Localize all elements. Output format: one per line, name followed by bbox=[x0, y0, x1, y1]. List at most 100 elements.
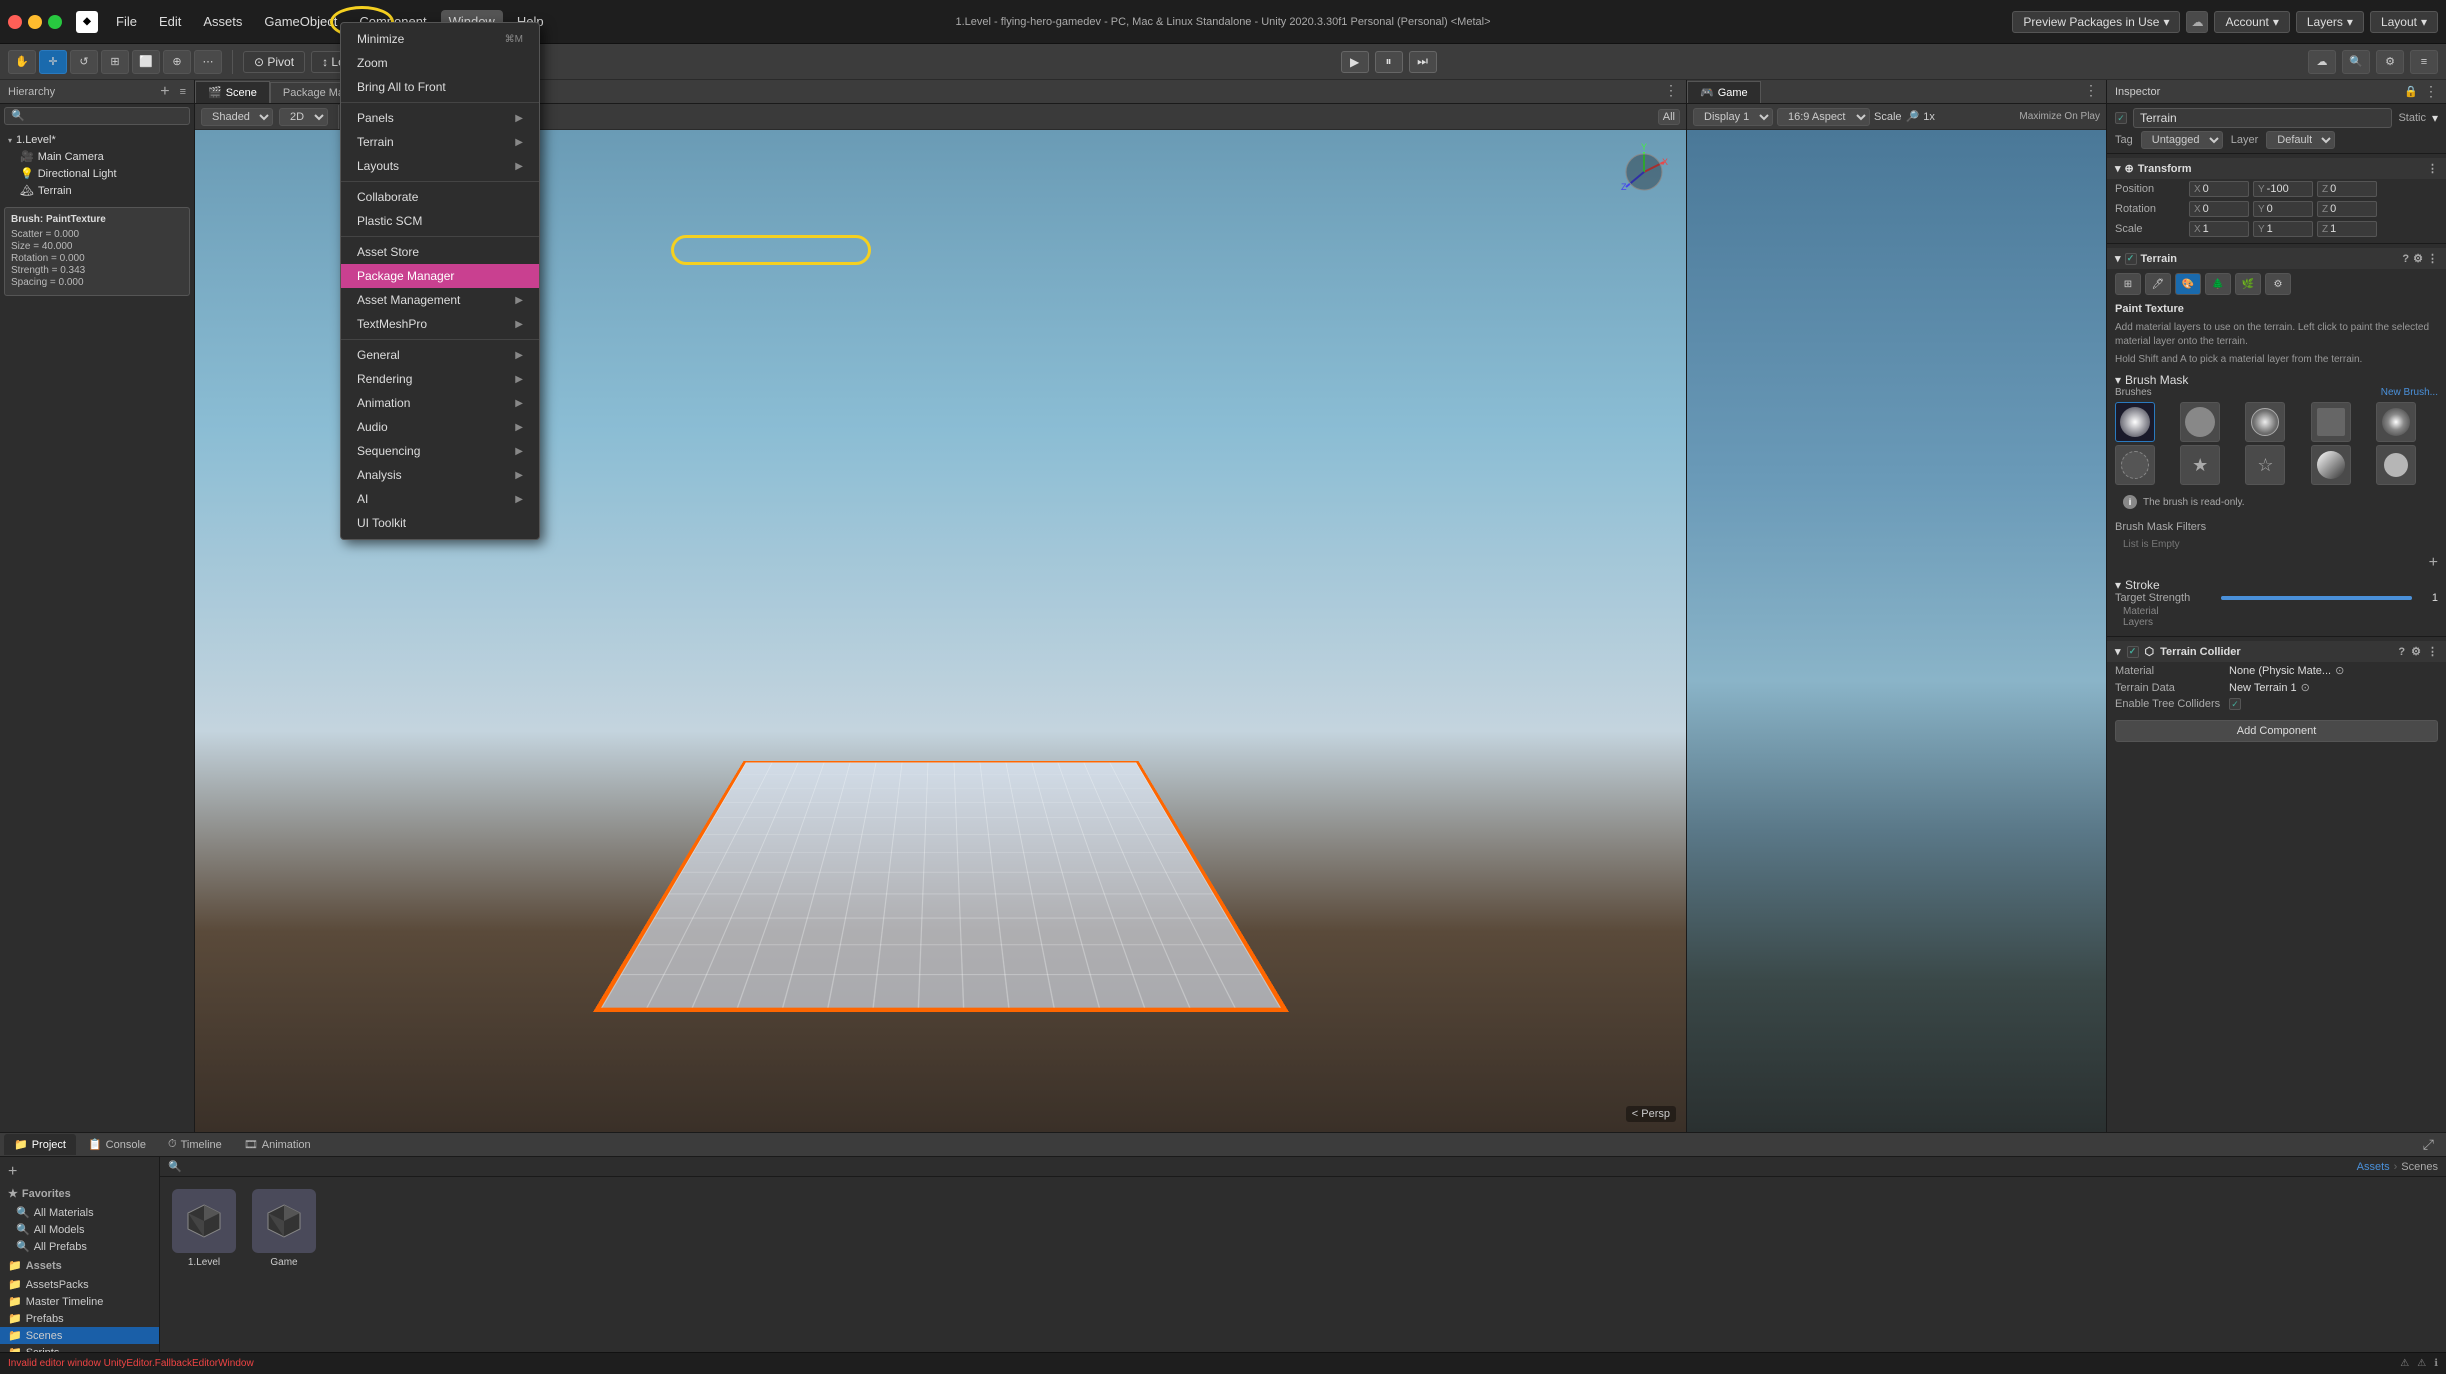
bm-add-btn[interactable]: + bbox=[2429, 554, 2438, 572]
paint-trees-btn[interactable]: 🌲 bbox=[2205, 273, 2231, 295]
minimize-button[interactable] bbox=[28, 15, 42, 29]
hierarchy-camera[interactable]: 🎥 Main Camera bbox=[0, 148, 194, 165]
rotation-y-field[interactable]: Y0 bbox=[2253, 201, 2313, 217]
maximize-button[interactable] bbox=[48, 15, 62, 29]
custom-tool[interactable]: ⋯ bbox=[194, 50, 222, 74]
rotation-x-field[interactable]: X0 bbox=[2189, 201, 2249, 217]
transform-tool[interactable]: ⊕ bbox=[163, 50, 191, 74]
pause-button[interactable]: ⏸ bbox=[1375, 51, 1403, 73]
tc-data-pick[interactable]: ⊙ bbox=[2301, 681, 2310, 694]
transform-header[interactable]: ▾ ⊕ Transform ⋮ bbox=[2107, 158, 2446, 179]
dm-asset-store[interactable]: Asset Store bbox=[341, 240, 539, 264]
tab-project[interactable]: 📁 Project bbox=[4, 1134, 76, 1155]
stroke-header[interactable]: ▾ Stroke bbox=[2115, 578, 2438, 592]
brush-item-5[interactable] bbox=[2376, 402, 2416, 442]
terrain-enable-cb[interactable]: ✓ bbox=[2125, 253, 2137, 265]
dm-asset-mgmt[interactable]: Asset Management ▶ bbox=[341, 288, 539, 312]
rotate-tool[interactable]: ↺ bbox=[70, 50, 98, 74]
position-z-field[interactable]: Z0 bbox=[2317, 181, 2377, 197]
terrain-help-icon[interactable]: ? bbox=[2402, 253, 2409, 265]
error-icon-status[interactable]: ⚠ bbox=[2400, 1358, 2409, 1369]
terrain-settings-icon[interactable]: ⚙ bbox=[2413, 252, 2423, 265]
tc-settings-icon[interactable]: ⚙ bbox=[2411, 645, 2421, 658]
dm-animation[interactable]: Animation ▶ bbox=[341, 391, 539, 415]
layout-btn[interactable]: Layout ▾ bbox=[2370, 11, 2438, 33]
terrain-collider-header[interactable]: ▾ ✓ ⬡ Terrain Collider ? ⚙ ⋮ bbox=[2107, 641, 2446, 662]
scale-tool[interactable]: ⊞ bbox=[101, 50, 129, 74]
warning-icon-status[interactable]: ⚠ bbox=[2417, 1358, 2426, 1369]
brush-item-4[interactable] bbox=[2311, 402, 2351, 442]
target-strength-slider[interactable] bbox=[2221, 596, 2412, 600]
cloud-icon[interactable]: ☁ bbox=[2186, 11, 2208, 33]
aspect-select[interactable]: 16:9 Aspect bbox=[1777, 108, 1870, 126]
step-button[interactable]: ⏭ bbox=[1409, 51, 1437, 73]
brush-mask-header[interactable]: ▾ Brush Mask bbox=[2115, 373, 2438, 387]
search-icon[interactable]: 🔍 bbox=[2342, 50, 2370, 74]
brush-item-1[interactable] bbox=[2115, 402, 2155, 442]
prefabs-folder[interactable]: 📁 Prefabs bbox=[0, 1310, 159, 1327]
dm-panels[interactable]: Panels ▶ bbox=[341, 106, 539, 130]
hierarchy-scene[interactable]: ▾ 1.Level* bbox=[0, 132, 194, 148]
account-btn[interactable]: Account ▾ bbox=[2214, 11, 2289, 33]
breadcrumb-assets[interactable]: Assets bbox=[2357, 1161, 2390, 1173]
scale-x-field[interactable]: X1 bbox=[2189, 221, 2249, 237]
tab-timeline[interactable]: ⏱ Timeline bbox=[158, 1134, 232, 1155]
static-chevron[interactable]: ▾ bbox=[2432, 111, 2438, 125]
layers-btn[interactable]: Layers ▾ bbox=[2296, 11, 2364, 33]
paint-texture-btn[interactable]: 🎨 bbox=[2175, 273, 2201, 295]
tc-help-icon[interactable]: ? bbox=[2398, 646, 2405, 658]
hand-tool[interactable]: ✋ bbox=[8, 50, 36, 74]
menu-edit[interactable]: Edit bbox=[151, 10, 189, 33]
brush-item-9[interactable] bbox=[2311, 445, 2351, 485]
tab-console[interactable]: 📋 Console bbox=[78, 1134, 156, 1155]
bottom-panel-expand[interactable]: ⤢ bbox=[2415, 1136, 2442, 1153]
paint-details-btn[interactable]: 🌿 bbox=[2235, 273, 2261, 295]
dm-collaborate[interactable]: Collaborate bbox=[341, 185, 539, 209]
inspector-menu-icon[interactable]: ⋮ bbox=[2424, 83, 2438, 100]
dm-plastic-scm[interactable]: Plastic SCM bbox=[341, 209, 539, 233]
tag-select[interactable]: Untagged bbox=[2141, 131, 2223, 149]
new-brush-btn[interactable]: New Brush... bbox=[2381, 387, 2438, 398]
dm-terrain[interactable]: Terrain ▶ bbox=[341, 130, 539, 154]
asset-1level[interactable]: 1.Level bbox=[168, 1185, 240, 1272]
scale-y-field[interactable]: Y1 bbox=[2253, 221, 2313, 237]
layers-icon[interactable]: ≡ bbox=[2410, 50, 2438, 74]
create-neighbor-btn[interactable]: ⊞ bbox=[2115, 273, 2141, 295]
terrain-component-header[interactable]: ▾ ✓ Terrain ? ⚙ ⋮ bbox=[2107, 248, 2446, 269]
tab-animation[interactable]: 🎞 Animation bbox=[234, 1134, 321, 1155]
tc-enable-cb[interactable]: ✓ bbox=[2127, 646, 2139, 658]
rotation-z-field[interactable]: Z0 bbox=[2317, 201, 2377, 217]
all-btn[interactable]: All bbox=[1658, 109, 1680, 125]
dm-sequencing[interactable]: Sequencing ▶ bbox=[341, 439, 539, 463]
hierarchy-terrain[interactable]: 🏔 Terrain bbox=[0, 182, 194, 199]
info-icon-status[interactable]: ℹ bbox=[2434, 1358, 2438, 1369]
object-active-cb[interactable]: ✓ bbox=[2115, 112, 2127, 124]
gear-icon[interactable]: ⚙ bbox=[2376, 50, 2404, 74]
tab-game[interactable]: 🎮 Game bbox=[1687, 81, 1761, 103]
collab-icon[interactable]: ☁ bbox=[2308, 50, 2336, 74]
dm-layouts[interactable]: Layouts ▶ bbox=[341, 154, 539, 178]
hierarchy-light[interactable]: 💡 Directional Light bbox=[0, 165, 194, 182]
terrain-settings-btn[interactable]: ⚙ bbox=[2265, 273, 2291, 295]
scale-z-field[interactable]: Z1 bbox=[2317, 221, 2377, 237]
brush-item-8[interactable]: ☆ bbox=[2245, 445, 2285, 485]
asset-game[interactable]: Game bbox=[248, 1185, 320, 1272]
assetspacks-folder[interactable]: 📁 AssetsPacks bbox=[0, 1276, 159, 1293]
tab-scene[interactable]: 🎬 Scene bbox=[195, 81, 270, 103]
brush-item-7[interactable]: ★ bbox=[2180, 445, 2220, 485]
window-dropdown-menu[interactable]: Minimize ⌘M Zoom Bring All to Front Pane… bbox=[340, 22, 540, 540]
layer-select[interactable]: Default bbox=[2266, 131, 2335, 149]
brush-item-3[interactable] bbox=[2245, 402, 2285, 442]
scenes-folder[interactable]: 📁 Scenes bbox=[0, 1327, 159, 1344]
rect-tool[interactable]: ⬜ bbox=[132, 50, 160, 74]
scene-panel-menu[interactable]: ⋮ bbox=[1656, 78, 1686, 103]
dm-ui-toolkit[interactable]: UI Toolkit bbox=[341, 511, 539, 535]
paint-terrain-btn[interactable]: 🖊 bbox=[2145, 273, 2171, 295]
menu-gameobject[interactable]: GameObject bbox=[256, 10, 345, 33]
display-select[interactable]: Display 1 bbox=[1693, 108, 1773, 126]
all-materials-item[interactable]: 🔍 All Materials bbox=[0, 1204, 159, 1221]
dm-textmesh[interactable]: TextMeshPro ▶ bbox=[341, 312, 539, 336]
tc-material-pick[interactable]: ⊙ bbox=[2335, 664, 2344, 677]
all-prefabs-item[interactable]: 🔍 All Prefabs bbox=[0, 1238, 159, 1255]
shading-select[interactable]: Shaded bbox=[201, 108, 273, 126]
